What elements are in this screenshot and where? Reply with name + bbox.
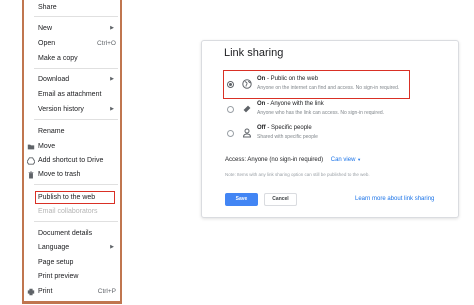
- access-value: Anyone (no sign-in required): [247, 157, 324, 163]
- menu-item-open[interactable]: Open Ctrl+O: [24, 37, 120, 50]
- menu-item-move-to-trash[interactable]: Move to trash: [24, 168, 120, 181]
- file-menu: Share New ▶ Open Ctrl+O Make a copy Downlo…: [22, 0, 122, 304]
- option-title: Off - Specific people: [257, 125, 312, 131]
- menu-item-page-setup[interactable]: Page setup: [24, 256, 120, 269]
- save-button[interactable]: Save: [225, 193, 258, 206]
- menu-item-make-a-copy[interactable]: Make a copy: [24, 52, 120, 65]
- highlight-box-publish: [35, 191, 115, 204]
- highlight-box-public: [223, 70, 410, 99]
- menu-item-email-as-attachment[interactable]: Email as attachment: [24, 88, 120, 101]
- dropdown-arrow-icon: ▼: [357, 157, 362, 162]
- link-sharing-dialog: Link sharing On - Public on the web Anyo…: [201, 40, 459, 218]
- link-icon: [243, 105, 251, 113]
- menu-item-share[interactable]: Share: [24, 1, 120, 14]
- option-specific-people[interactable]: Off - Specific people Shared with specif…: [226, 123, 446, 147]
- option-title: On - Anyone with the link: [257, 101, 324, 107]
- access-row: Access: Anyone (no sign-in required) Can…: [225, 157, 361, 163]
- radio-unselected[interactable]: [227, 106, 234, 113]
- menu-divider: [34, 221, 118, 222]
- menu-item-download[interactable]: Download ▶: [24, 73, 120, 86]
- menu-item-document-details[interactable]: Document details: [24, 227, 120, 240]
- menu-divider: [34, 68, 118, 69]
- submenu-arrow-icon: ▶: [110, 76, 114, 82]
- cancel-button[interactable]: Cancel: [264, 193, 297, 206]
- menu-divider: [34, 16, 118, 17]
- submenu-arrow-icon: ▶: [110, 244, 114, 250]
- option-anyone-with-link[interactable]: On - Anyone with the link Anyone who has…: [226, 99, 446, 123]
- person-icon: [242, 128, 252, 138]
- menu-item-add-shortcut-to-drive[interactable]: Add shortcut to Drive: [24, 154, 120, 167]
- menu-item-print[interactable]: Print Ctrl+P: [24, 285, 120, 298]
- access-label: Access:: [225, 157, 247, 163]
- drive-shortcut-icon: [27, 157, 35, 165]
- menu-item-rename[interactable]: Rename: [24, 125, 120, 138]
- can-view-dropdown[interactable]: Can view ▼: [331, 157, 361, 163]
- dialog-title: Link sharing: [224, 47, 284, 59]
- menu-item-version-history[interactable]: Version history ▶: [24, 103, 120, 116]
- submenu-arrow-icon: ▶: [110, 25, 114, 31]
- menu-item-email-collaborators: Email collaborators: [38, 208, 98, 215]
- radio-unselected[interactable]: [227, 130, 234, 137]
- menu-item-language[interactable]: Language ▶: [24, 241, 120, 254]
- learn-more-link[interactable]: Learn more about link sharing: [355, 196, 434, 202]
- print-icon: [27, 288, 35, 296]
- note-text: Note: Items with any link sharing option…: [225, 172, 370, 177]
- trash-icon: [28, 171, 34, 179]
- menu-item-new[interactable]: New ▶: [24, 22, 120, 35]
- submenu-arrow-icon: ▶: [110, 106, 114, 112]
- menu-divider: [34, 184, 118, 185]
- menu-item-print-preview[interactable]: Print preview: [24, 270, 120, 283]
- menu-divider: [34, 119, 118, 120]
- option-description: Shared with specific people: [257, 134, 318, 140]
- folder-icon: [27, 144, 35, 150]
- option-description: Anyone who has the link can access. No s…: [257, 110, 385, 116]
- menu-item-move[interactable]: Move: [24, 140, 120, 153]
